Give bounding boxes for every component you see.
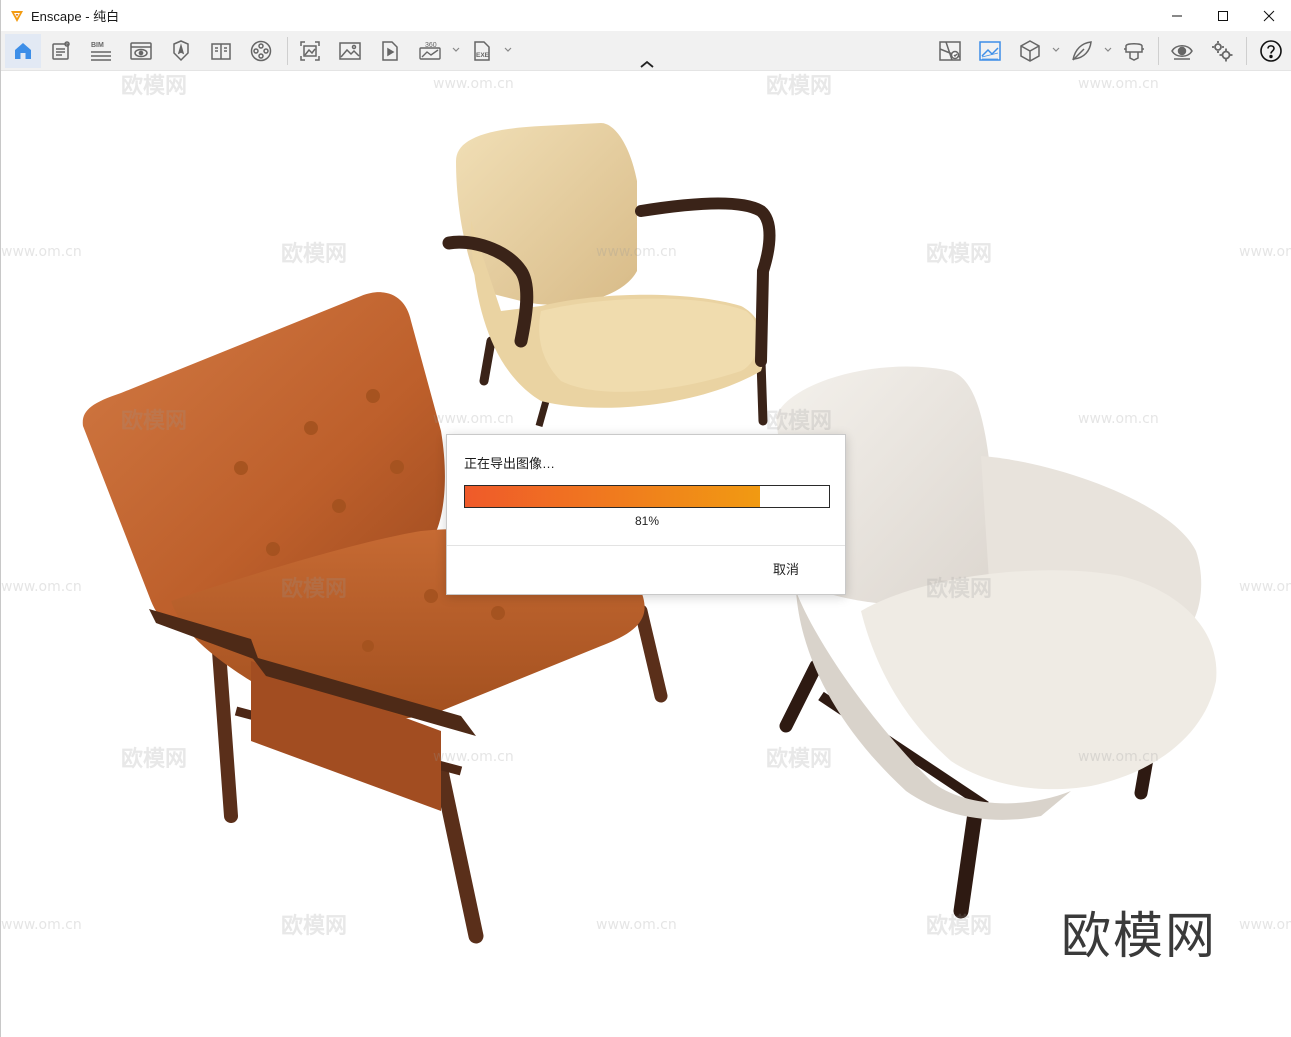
svg-text:www.om.cn: www.om.cn: [1078, 76, 1159, 92]
close-icon: [1263, 10, 1275, 21]
close-button[interactable]: [1246, 0, 1291, 31]
svg-text:欧模网: 欧模网: [281, 913, 347, 939]
document-icon: [52, 41, 70, 60]
toolbar-separator: [1246, 37, 1247, 65]
progress-fill: [465, 486, 760, 507]
eye-icon: [1171, 45, 1193, 60]
svg-text:www.om.cn: www.om.cn: [1078, 749, 1159, 765]
exe-export-icon: EXE: [474, 41, 490, 61]
film-reel-icon: [250, 40, 272, 62]
cube-icon: [1020, 40, 1040, 62]
beige-armchair: [442, 123, 776, 427]
exe-export-button[interactable]: EXE: [469, 38, 495, 64]
svg-text:www.om.cn: www.om.cn: [596, 244, 677, 260]
cube-button[interactable]: [1017, 38, 1043, 64]
panorama-button[interactable]: 360: [417, 38, 443, 64]
vr-headset-button[interactable]: [1121, 38, 1147, 64]
visibility-button[interactable]: [1169, 38, 1195, 64]
svg-text:欧模网: 欧模网: [926, 241, 992, 267]
film-reel-button[interactable]: [248, 38, 274, 64]
render-image-button[interactable]: [977, 38, 1003, 64]
svg-text:www.om.cn: www.om.cn: [1, 917, 82, 933]
document-button[interactable]: [48, 38, 74, 64]
svg-text:欧模网: 欧模网: [281, 576, 347, 602]
vegetation-button[interactable]: [1069, 38, 1095, 64]
title-bar: Enscape - 纯白: [1, 0, 1291, 31]
settings-icon: [1212, 41, 1233, 62]
screenshot-button[interactable]: [297, 38, 323, 64]
map-button[interactable]: [937, 38, 963, 64]
minimize-icon: [1172, 15, 1182, 16]
svg-text:www.om.cn: www.om.cn: [1, 579, 82, 595]
dialog-divider: [447, 545, 845, 546]
minimize-button[interactable]: [1154, 0, 1200, 31]
help-button[interactable]: [1258, 38, 1284, 64]
svg-text:360: 360: [425, 42, 437, 49]
enscape-window: Enscape - 纯白 BIM 360 EXE 欧模网 欧模网 欧模网 欧模网…: [0, 0, 1291, 1037]
help-icon: [1260, 40, 1282, 62]
bim-icon: BIM: [91, 42, 111, 61]
toolbar-separator: [287, 37, 288, 65]
dialog-title: 正在导出图像…: [464, 456, 556, 471]
view-button[interactable]: [128, 38, 154, 64]
svg-text:www.om.cn: www.om.cn: [1239, 917, 1291, 933]
svg-text:EXE: EXE: [476, 52, 490, 59]
bim-button[interactable]: BIM: [88, 38, 114, 64]
view-icon: [130, 42, 152, 60]
video-icon: [382, 41, 398, 61]
svg-text:www.om.cn: www.om.cn: [433, 76, 514, 92]
navigation-button[interactable]: [168, 38, 194, 64]
panorama-360-icon: 360: [419, 42, 441, 60]
export-progress-dialog: 正在导出图像… 81% 取消: [446, 434, 846, 595]
home-icon: [15, 43, 31, 59]
svg-text:www.om.cn: www.om.cn: [433, 411, 514, 427]
render-image-icon: [979, 41, 1001, 61]
svg-text:欧模网: 欧模网: [926, 913, 992, 939]
book-icon: [211, 43, 231, 60]
chevron-down-icon[interactable]: [451, 45, 461, 55]
image-button[interactable]: [337, 38, 363, 64]
svg-text:BIM: BIM: [91, 42, 104, 49]
svg-text:欧模网: 欧模网: [766, 746, 832, 772]
svg-text:www.om.cn: www.om.cn: [1, 244, 82, 260]
svg-text:www.om.cn: www.om.cn: [1078, 411, 1159, 427]
window-controls: [1154, 0, 1291, 31]
svg-text:www.om.cn: www.om.cn: [433, 749, 514, 765]
brand-logo: 欧模网: [1061, 908, 1217, 964]
settings-button[interactable]: [1209, 38, 1235, 64]
chevron-down-icon[interactable]: [503, 45, 513, 55]
svg-text:欧模网: 欧模网: [281, 241, 347, 267]
map-icon: [939, 41, 961, 61]
svg-text:欧模网: 欧模网: [766, 73, 832, 99]
collapse-toolbar-icon[interactable]: [639, 58, 655, 70]
chevron-down-icon[interactable]: [1103, 45, 1113, 55]
book-button[interactable]: [208, 38, 234, 64]
home-button[interactable]: [5, 34, 41, 68]
svg-text:www.om.cn: www.om.cn: [1239, 244, 1291, 260]
maximize-icon: [1218, 10, 1228, 21]
svg-text:www.om.cn: www.om.cn: [596, 917, 677, 933]
image-icon: [339, 42, 361, 60]
svg-text:欧模网: 欧模网: [926, 576, 992, 602]
enscape-logo-icon: [11, 10, 23, 22]
svg-text:欧模网: 欧模网: [121, 73, 187, 99]
svg-text:www.om.cn: www.om.cn: [1239, 579, 1291, 595]
progress-percent: 81%: [634, 514, 660, 528]
svg-text:欧模网: 欧模网: [766, 408, 832, 434]
svg-text:欧模网: 欧模网: [121, 746, 187, 772]
maximize-button[interactable]: [1200, 0, 1246, 31]
chevron-down-icon[interactable]: [1051, 45, 1061, 55]
progress-bar: [464, 485, 830, 508]
leaf-icon: [1072, 41, 1092, 61]
toolbar-separator: [1158, 37, 1159, 65]
window-title: Enscape - 纯白: [31, 9, 120, 24]
svg-text:欧模网: 欧模网: [121, 408, 187, 434]
vr-headset-icon: [1124, 43, 1144, 61]
cancel-button[interactable]: 取消: [773, 559, 799, 578]
navigation-icon: [173, 40, 189, 62]
video-button[interactable]: [377, 38, 403, 64]
screenshot-icon: [300, 41, 320, 61]
